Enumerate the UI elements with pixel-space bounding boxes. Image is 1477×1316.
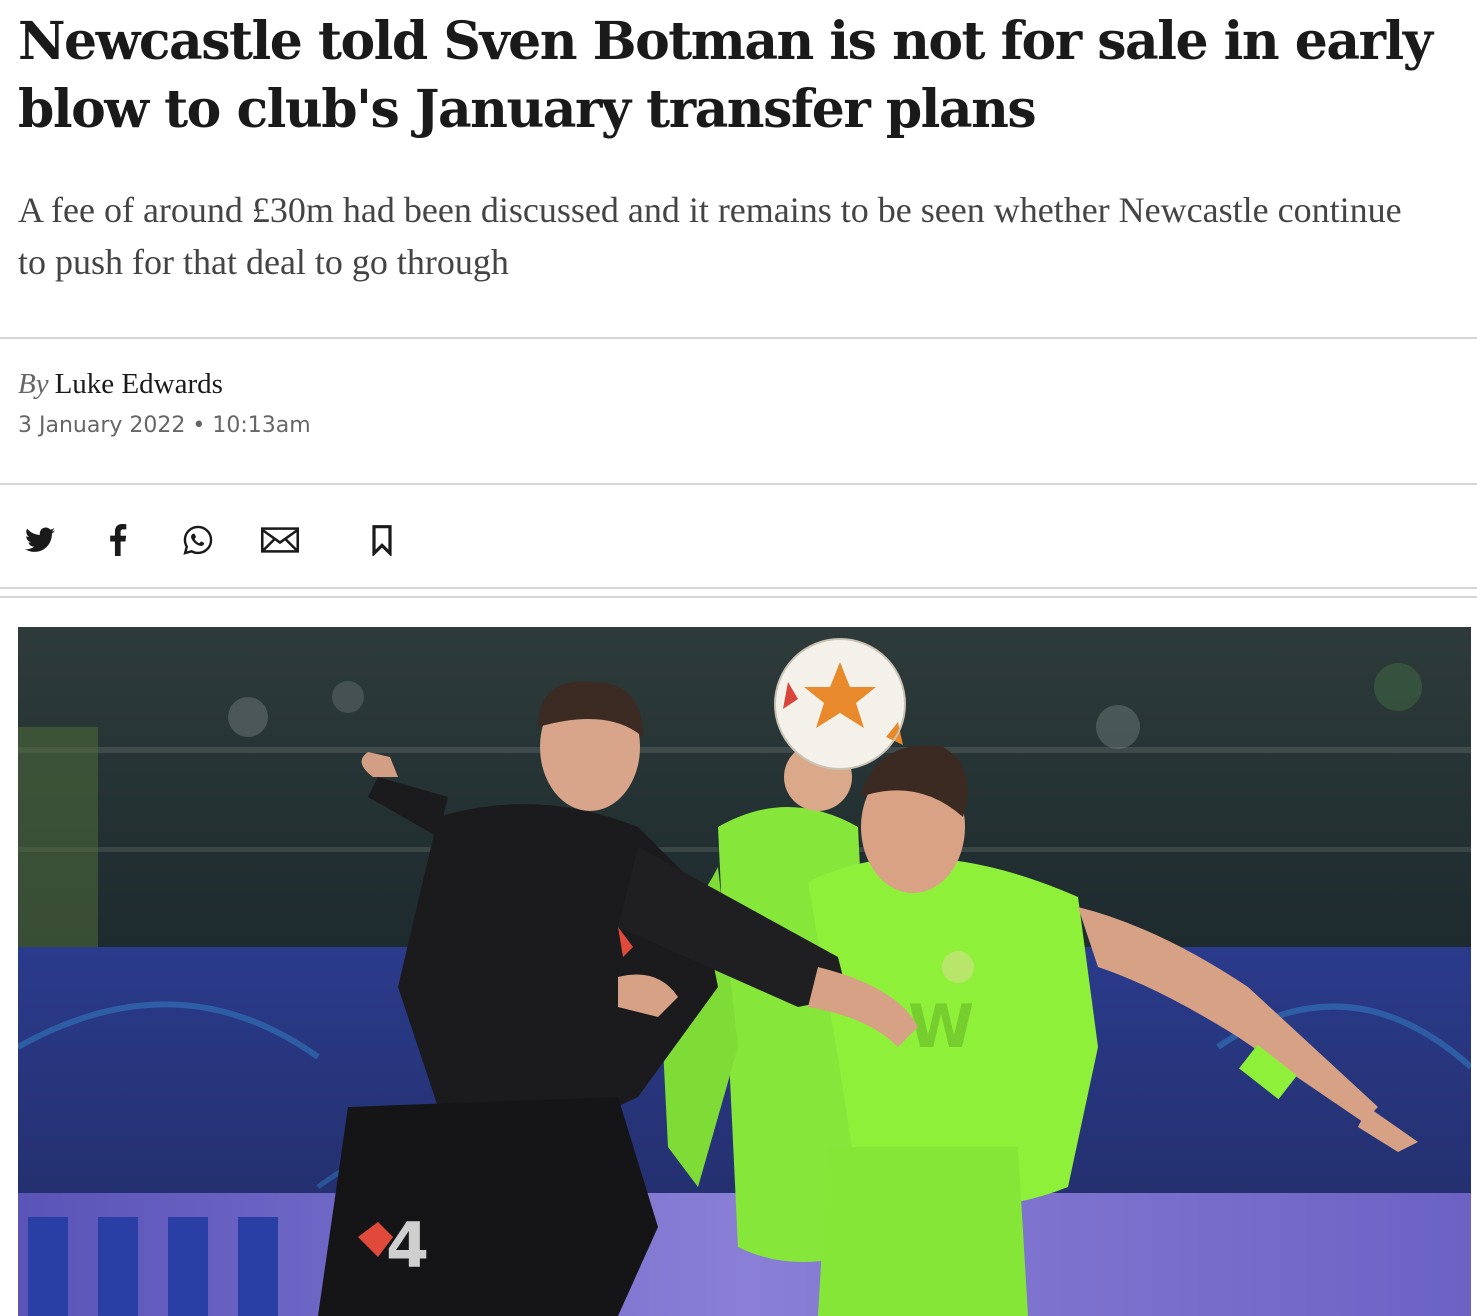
facebook-share-button[interactable] — [96, 518, 140, 562]
email-share-button[interactable] — [258, 518, 302, 562]
twitter-icon — [25, 527, 55, 553]
share-bar — [0, 510, 1477, 568]
divider — [0, 337, 1477, 339]
byline-prefix: By — [18, 368, 49, 400]
author-link[interactable]: Luke Edwards — [55, 368, 223, 400]
date-separator: • — [192, 413, 206, 438]
dateline: 3 January 2022 • 10:13am — [18, 411, 311, 441]
divider — [0, 596, 1477, 598]
lead-photo: W 4 — [18, 627, 1471, 1316]
twitter-share-button[interactable] — [18, 518, 62, 562]
whatsapp-icon — [182, 524, 214, 556]
divider — [0, 587, 1477, 589]
facebook-icon — [109, 524, 127, 556]
standfirst: A fee of around £30m had been discussed … — [18, 190, 1402, 282]
headline: Newcastle told Sven Botman is not for sa… — [18, 11, 1433, 140]
article-page: Newcastle told Sven Botman is not for sa… — [0, 0, 1477, 1316]
bookmark-icon — [371, 524, 393, 556]
email-icon — [261, 527, 299, 553]
shirt-number: 4 — [386, 1209, 429, 1282]
byline: By Luke Edwards — [18, 364, 223, 404]
divider — [0, 483, 1477, 485]
whatsapp-share-button[interactable] — [176, 518, 220, 562]
publish-date: 3 January 2022 — [18, 413, 186, 438]
bookmark-button[interactable] — [360, 518, 404, 562]
publish-time: 10:13am — [212, 413, 311, 438]
football — [774, 638, 906, 770]
